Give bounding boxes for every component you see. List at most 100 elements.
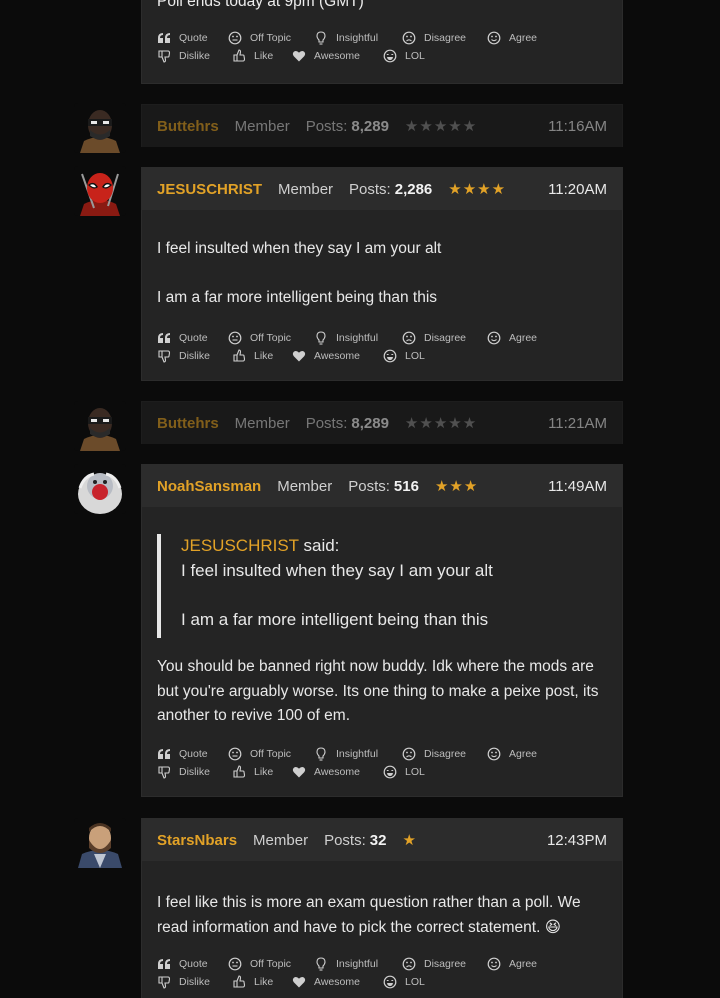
agree-label: Agree (509, 332, 538, 344)
insightful-button[interactable]: Insightful (314, 957, 402, 971)
masked-soldier-avatar-icon (74, 103, 126, 153)
avatar[interactable] (74, 401, 126, 451)
off-topic-button[interactable]: Off Topic (228, 31, 314, 45)
disagree-button[interactable]: Disagree (402, 31, 487, 45)
avatar[interactable] (74, 818, 126, 868)
star-icon: ★★★★★ (404, 415, 478, 432)
reactions-bar: Quote Off Topic Insightful Disagree Agre… (157, 29, 617, 65)
neutral-face-icon (228, 957, 242, 971)
rank-stars: ★★★ (435, 477, 478, 495)
awesome-button[interactable]: Awesome (292, 765, 383, 779)
smile-face-icon (487, 31, 501, 45)
bearded-captain-avatar-icon (74, 818, 126, 868)
thumbs-down-icon (157, 49, 171, 63)
dislike-button[interactable]: Dislike (157, 349, 232, 363)
post-time[interactable]: 11:16AM (548, 118, 607, 135)
like-label: Like (254, 766, 274, 778)
off-topic-button[interactable]: Off Topic (228, 331, 314, 345)
awesome-button[interactable]: Awesome (292, 349, 383, 363)
post-header: StarsNbars Member Posts: 32 ★ 12:43PM (142, 819, 622, 861)
lightbulb-icon (314, 331, 328, 345)
like-button[interactable]: Like (232, 349, 292, 363)
quote-button[interactable]: Quote (157, 957, 228, 971)
agree-button[interactable]: Agree (487, 957, 547, 971)
off-topic-label: Off Topic (250, 32, 292, 44)
insightful-button[interactable]: Insightful (314, 31, 402, 45)
lightbulb-icon (314, 747, 328, 761)
insightful-button[interactable]: Insightful (314, 747, 402, 761)
dislike-button[interactable]: Dislike (157, 49, 232, 63)
quote-button[interactable]: Quote (157, 31, 228, 45)
star-icon: ★★★★★ (404, 118, 478, 135)
frown-face-icon (402, 331, 416, 345)
quote-said: said: (303, 536, 340, 555)
heart-icon (292, 765, 306, 779)
off-topic-button[interactable]: Off Topic (228, 957, 314, 971)
laughing-face-icon (383, 975, 397, 989)
lol-button[interactable]: LOL (383, 349, 443, 363)
post-text-line: I feel insulted when they say I am your … (157, 240, 442, 257)
awesome-button[interactable]: Awesome (292, 49, 383, 63)
username-link[interactable]: Buttehrs (157, 415, 219, 432)
quote-button[interactable]: Quote (157, 331, 228, 345)
quote-label: Quote (179, 748, 208, 760)
username-link[interactable]: Buttehrs (157, 118, 219, 135)
lol-button[interactable]: LOL (383, 765, 443, 779)
awesome-button[interactable]: Awesome (292, 975, 383, 989)
avatar[interactable] (74, 166, 126, 216)
lol-label: LOL (405, 976, 425, 988)
insightful-button[interactable]: Insightful (314, 331, 402, 345)
reactions-row-2: Dislike Like Awesome LOL (157, 763, 617, 781)
smile-face-icon (487, 957, 501, 971)
disagree-button[interactable]: Disagree (402, 747, 487, 761)
like-label: Like (254, 976, 274, 988)
heart-icon (292, 349, 306, 363)
post-header: Buttehrs Member Posts: 8,289 ★★★★★ 11:16… (142, 105, 622, 147)
user-role: Member (234, 414, 290, 432)
quote-icon (157, 31, 171, 45)
username-link[interactable]: StarsNbars (157, 832, 237, 849)
post-count: 8,289 (351, 117, 389, 135)
disagree-button[interactable]: Disagree (402, 957, 487, 971)
avatar[interactable] (74, 464, 126, 514)
post-time[interactable]: 11:49AM (548, 478, 607, 495)
like-button[interactable]: Like (232, 49, 292, 63)
avatar[interactable] (74, 103, 126, 153)
disagree-label: Disagree (424, 958, 467, 970)
frown-face-icon (402, 747, 416, 761)
dislike-button[interactable]: Dislike (157, 765, 232, 779)
thumbs-down-icon (157, 349, 171, 363)
reactions-row-2: Dislike Like Awesome LOL (157, 347, 617, 365)
post-text-line: I am a far more intelligent being than t… (157, 289, 438, 306)
dislike-button[interactable]: Dislike (157, 975, 232, 989)
post-card: StarsNbars Member Posts: 32 ★ 12:43PM I … (141, 818, 623, 998)
reactions-row-1: Quote Off Topic Insightful Disagree Agre… (157, 745, 617, 763)
user-role: Member (253, 831, 309, 849)
agree-button[interactable]: Agree (487, 747, 547, 761)
post-time[interactable]: 11:21AM (548, 415, 607, 432)
lol-button[interactable]: LOL (383, 49, 443, 63)
post-card-top: Poll ends today at 9pm (GMT) Quote Off T… (141, 0, 623, 84)
posts-label: Posts: (305, 117, 348, 135)
off-topic-button[interactable]: Off Topic (228, 747, 314, 761)
off-topic-label: Off Topic (250, 332, 292, 344)
quote-icon (157, 331, 171, 345)
reactions-bar: Quote Off Topic Insightful Disagree Agre… (157, 955, 617, 991)
star-icon: ★★★ (434, 478, 479, 495)
post-time[interactable]: 12:43PM (547, 832, 607, 849)
agree-button[interactable]: Agree (487, 31, 547, 45)
like-button[interactable]: Like (232, 765, 292, 779)
deadpool-avatar-icon (74, 166, 126, 216)
disagree-button[interactable]: Disagree (402, 331, 487, 345)
post-card: Buttehrs Member Posts: 8,289 ★★★★★ 11:21… (141, 401, 623, 444)
insightful-label: Insightful (336, 958, 379, 970)
like-button[interactable]: Like (232, 975, 292, 989)
post-header: NoahSansman Member Posts: 516 ★★★ 11:49A… (142, 465, 622, 507)
frown-face-icon (402, 957, 416, 971)
agree-button[interactable]: Agree (487, 331, 547, 345)
quote-button[interactable]: Quote (157, 747, 228, 761)
post-card: JESUSCHRIST Member Posts: 2,286 ★★★★ 11:… (141, 167, 623, 381)
lol-button[interactable]: LOL (383, 975, 443, 989)
username-link[interactable]: NoahSansman (157, 478, 261, 495)
quote-author-link[interactable]: JESUSCHRIST (181, 536, 299, 555)
